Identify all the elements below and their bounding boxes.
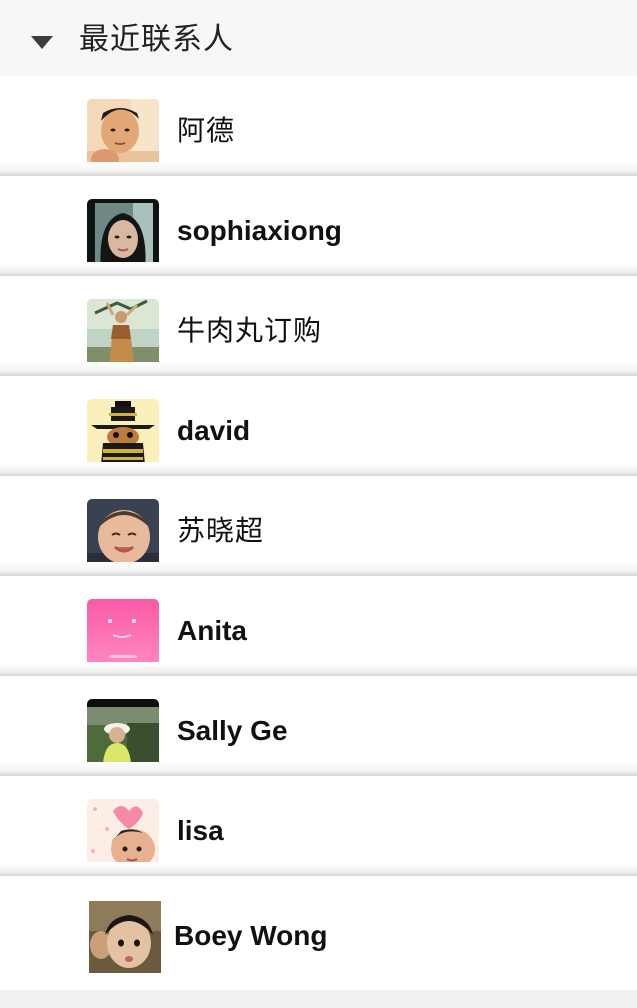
contact-row[interactable]: david <box>0 376 637 476</box>
pink-smiley-avatar <box>87 599 159 671</box>
baby-with-heart-avatar <box>87 799 159 871</box>
contact-row[interactable]: Boey Wong <box>0 876 637 990</box>
woman-in-field-avatar <box>87 299 159 371</box>
baby-face-avatar <box>87 499 159 571</box>
contact-name: 牛肉丸订购 <box>177 314 323 347</box>
contact-name: Anita <box>177 615 247 646</box>
contact-row[interactable]: sophiaxiong <box>0 176 637 276</box>
row-divider <box>0 862 637 876</box>
group-header-recent-contacts[interactable]: 最近联系人 <box>0 0 637 76</box>
group-title: 最近联系人 <box>79 22 234 57</box>
contact-name: david <box>177 415 251 446</box>
child-portrait-avatar <box>89 901 161 973</box>
row-divider <box>0 162 637 176</box>
contact-row[interactable]: lisa <box>0 776 637 876</box>
contact-list-screen: 最近联系人 阿德 sophiaxiong 牛肉丸订购 david 苏晓超 Ani… <box>0 0 637 1008</box>
contact-row[interactable]: 牛肉丸订购 <box>0 276 637 376</box>
contact-name: Boey Wong <box>174 920 328 951</box>
contact-row[interactable]: Anita <box>0 576 637 676</box>
caret-down-icon[interactable] <box>31 36 53 49</box>
list-footer <box>0 990 637 1008</box>
contact-row[interactable]: 苏晓超 <box>0 476 637 576</box>
contact-name: 苏晓超 <box>177 514 265 547</box>
contact-name: lisa <box>177 815 224 846</box>
row-divider <box>0 562 637 576</box>
contact-row[interactable]: Sally Ge <box>0 676 637 776</box>
contact-name: sophiaxiong <box>177 215 342 246</box>
row-divider <box>0 462 637 476</box>
contact-row[interactable]: 阿德 <box>0 76 637 176</box>
woman-outdoors-avatar <box>87 699 159 771</box>
row-divider <box>0 262 637 276</box>
contact-name: Sally Ge <box>177 715 288 746</box>
row-divider <box>0 362 637 376</box>
cartoon-character-avatar <box>87 399 159 471</box>
contact-name: 阿德 <box>177 114 236 147</box>
row-divider <box>0 762 637 776</box>
woman-portrait-avatar <box>87 199 159 271</box>
row-divider <box>0 662 637 676</box>
man-portrait-avatar <box>87 99 159 171</box>
